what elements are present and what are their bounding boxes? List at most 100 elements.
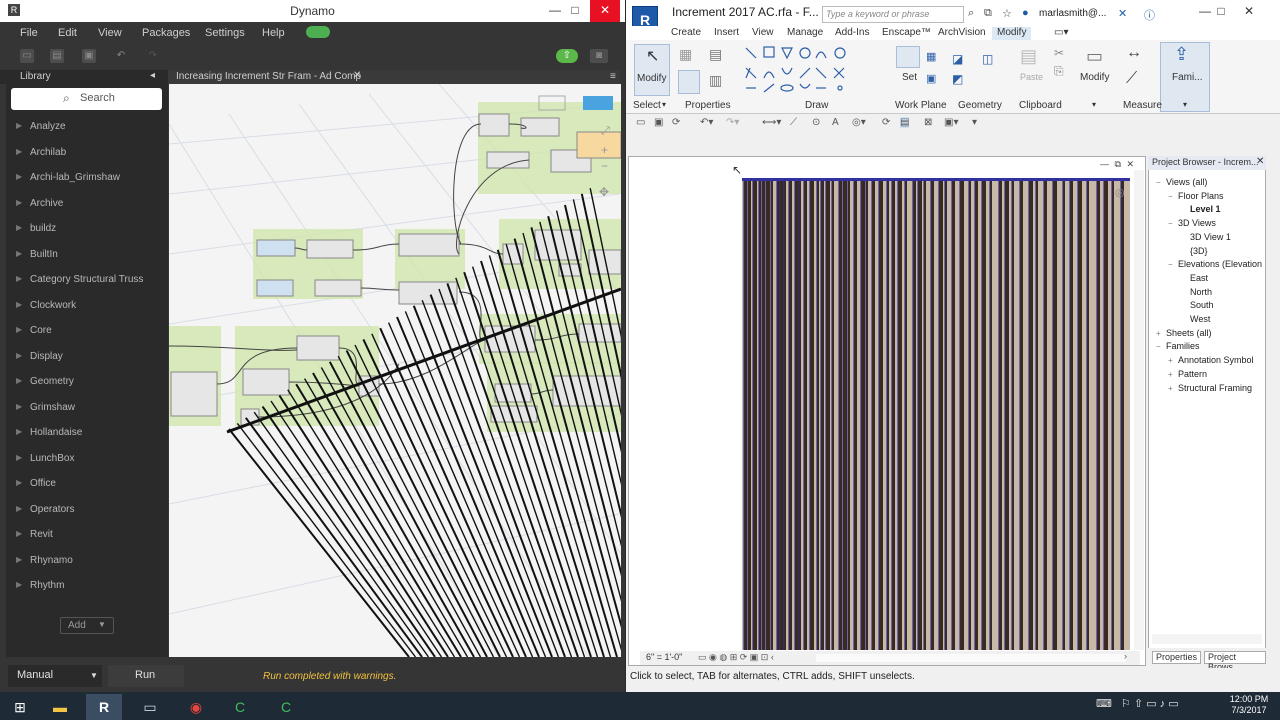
library-category[interactable]: ▶ Grimshaw xyxy=(6,402,168,424)
browser-node[interactable]: East xyxy=(1180,273,1208,283)
close-view-icon[interactable]: ✕ xyxy=(1126,159,1134,169)
browser-node[interactable]: + Pattern xyxy=(1168,369,1207,379)
select-chevron-icon[interactable]: ▾ xyxy=(662,100,666,109)
tab-add-ins[interactable]: Add-Ins xyxy=(835,27,869,38)
menu-edit[interactable]: Edit xyxy=(58,27,77,39)
tree-expander-icon[interactable]: + xyxy=(1168,356,1178,365)
geometry-tool-icon[interactable]: ◫ xyxy=(982,52,993,66)
modify-panel-chevron-icon[interactable]: ▾ xyxy=(1092,100,1096,109)
switch-windows-icon[interactable]: ▣▾ xyxy=(944,117,958,128)
browser-node[interactable]: {3D} xyxy=(1180,246,1208,256)
copy-icon[interactable]: ⎘ xyxy=(1054,64,1064,79)
minimize-view-icon[interactable]: — xyxy=(1100,159,1109,169)
measure-qat-icon[interactable]: ⟷▾ xyxy=(762,117,781,128)
show-work-plane-icon[interactable]: ▦ xyxy=(926,50,936,63)
browser-node[interactable]: − Families xyxy=(1156,341,1200,351)
browser-node[interactable]: West xyxy=(1180,314,1210,324)
browser-node[interactable]: North xyxy=(1180,287,1212,297)
view-vertical-scrollbar[interactable] xyxy=(1134,170,1144,650)
library-category[interactable]: ▶ Category Structural Truss xyxy=(6,274,168,296)
library-category[interactable]: ▶ Clockwork xyxy=(6,300,168,322)
binoculars-icon[interactable]: ⌕ xyxy=(968,7,974,20)
library-search-input[interactable]: ⌕ Search xyxy=(11,88,162,110)
redo-icon[interactable]: ↷ xyxy=(146,49,160,63)
save-icon[interactable]: ▣ xyxy=(82,49,96,63)
save-icon[interactable]: ▣ xyxy=(654,117,663,128)
undo-icon[interactable]: ↶▾ xyxy=(700,117,713,128)
revit-taskbar-icon[interactable]: R xyxy=(86,694,122,720)
camera-icon[interactable]: ◙ xyxy=(590,49,608,63)
library-category[interactable]: ▶ Revit xyxy=(6,529,168,551)
tag-icon[interactable]: ⊙ xyxy=(812,117,820,128)
library-category[interactable]: ▶ Archi-lab_Grimshaw xyxy=(6,172,168,194)
join-geometry-icon[interactable]: ◩ xyxy=(952,72,963,86)
sections-icon[interactable]: ⟳ xyxy=(882,117,890,128)
browser-node[interactable]: + Annotation Symbol xyxy=(1168,355,1254,365)
cut-geometry-icon[interactable]: ◪ xyxy=(952,52,963,66)
close-hidden-icon[interactable]: ⊠ xyxy=(924,117,932,128)
redo-icon[interactable]: ↷▾ xyxy=(726,117,739,128)
library-category[interactable]: ▶ Operators xyxy=(6,504,168,526)
library-category[interactable]: ▶ Rhythm xyxy=(6,580,168,602)
tree-expander-icon[interactable]: − xyxy=(1156,342,1166,351)
new-file-icon[interactable]: ▭ xyxy=(20,49,34,63)
star-icon[interactable]: ☆ xyxy=(1002,7,1012,20)
family-panel-chevron-icon[interactable]: ▾ xyxy=(1183,100,1187,109)
user-name[interactable]: marlasmith@... xyxy=(1039,8,1106,19)
thin-lines-icon[interactable]: ▤ xyxy=(900,117,910,128)
taskbar-clock[interactable]: 12:00 PM 7/3/2017 xyxy=(1224,694,1274,716)
aligned-dimension-icon[interactable]: ⟋ xyxy=(790,117,797,128)
help-icon[interactable]: ⓘ xyxy=(1144,7,1155,23)
chrome-icon[interactable]: ◉ xyxy=(178,694,214,720)
maximize-icon[interactable]: □ xyxy=(562,0,588,22)
browser-node[interactable]: − Views (all) xyxy=(1156,177,1207,187)
view-horizontal-scrollbar[interactable] xyxy=(816,654,1126,662)
open-file-icon[interactable]: ▤ xyxy=(50,49,64,63)
properties-icon[interactable]: ▦ xyxy=(679,46,692,63)
browser-node[interactable]: + Sheets (all) xyxy=(1156,328,1212,338)
tab-create[interactable]: Create xyxy=(671,27,701,38)
close-tab-icon[interactable]: ✕ xyxy=(353,70,361,81)
menu-file[interactable]: File xyxy=(20,27,38,39)
tab-enscape[interactable]: Enscape™ xyxy=(882,27,931,38)
menu-help[interactable]: Help xyxy=(262,27,285,39)
browser-node[interactable]: + Structural Framing xyxy=(1168,383,1252,393)
tab-manage[interactable]: Manage xyxy=(787,27,823,38)
ribbon-options-icon[interactable]: ▭▾ xyxy=(1054,27,1068,38)
tree-expander-icon[interactable]: + xyxy=(1168,370,1178,379)
view-cube-icon[interactable]: ◎ xyxy=(1115,186,1125,199)
modify-panel-icon[interactable]: ▭ xyxy=(1086,46,1103,67)
library-category[interactable]: ▶ Core xyxy=(6,325,168,347)
dimension-icon[interactable]: ⟋ xyxy=(1126,70,1137,88)
view-controls-icons[interactable]: ▭ ◉ ◍ ⊞ ⟳ ▣ ⊡ ‹ xyxy=(698,652,774,663)
subscription-icon[interactable]: ⧉ xyxy=(984,7,992,20)
browser-node[interactable]: − Elevations (Elevation xyxy=(1168,259,1262,269)
browser-node[interactable]: − Floor Plans xyxy=(1168,191,1224,201)
tree-expander-icon[interactable]: − xyxy=(1168,260,1178,269)
collapse-library-icon[interactable]: ◂ xyxy=(150,70,155,81)
close-icon[interactable]: ✕ xyxy=(1236,2,1262,22)
project-browser-hscroll[interactable] xyxy=(1152,634,1262,644)
cut-icon[interactable]: ✂ xyxy=(1054,46,1064,60)
browser-node[interactable]: South xyxy=(1180,300,1214,310)
text-icon[interactable]: A xyxy=(832,117,839,128)
browser-node[interactable]: 3D View 1 xyxy=(1180,232,1231,242)
tree-expander-icon[interactable]: + xyxy=(1156,329,1166,338)
tab-archvision[interactable]: ArchVision xyxy=(938,27,986,38)
windows-start-icon[interactable]: ⊞ xyxy=(2,694,38,720)
tree-expander-icon[interactable]: − xyxy=(1168,219,1178,228)
menu-view[interactable]: View xyxy=(98,27,122,39)
sync-icon[interactable]: ⟳ xyxy=(672,117,680,128)
library-category[interactable]: ▶ Archilab xyxy=(6,147,168,169)
family-types-button[interactable] xyxy=(678,70,700,94)
customize-qat-icon[interactable]: ▾ xyxy=(972,117,977,128)
revit-search-input[interactable]: Type a keyword or phrase xyxy=(822,6,964,23)
undo-icon[interactable]: ↶ xyxy=(114,49,128,63)
add-button[interactable]: Add ▼ xyxy=(60,617,114,634)
camtasia-recorder-icon[interactable]: C xyxy=(268,694,304,720)
remote-desktop-icon[interactable]: ▭ xyxy=(132,694,168,720)
system-tray-icons[interactable]: ⌨ ⚐ ⇧ ▭ ♪ ▭ xyxy=(1096,697,1179,710)
library-category[interactable]: ▶ Analyze xyxy=(6,121,168,143)
tree-expander-icon[interactable]: − xyxy=(1168,192,1178,201)
exchange-apps-icon[interactable]: ✕ xyxy=(1118,7,1127,20)
